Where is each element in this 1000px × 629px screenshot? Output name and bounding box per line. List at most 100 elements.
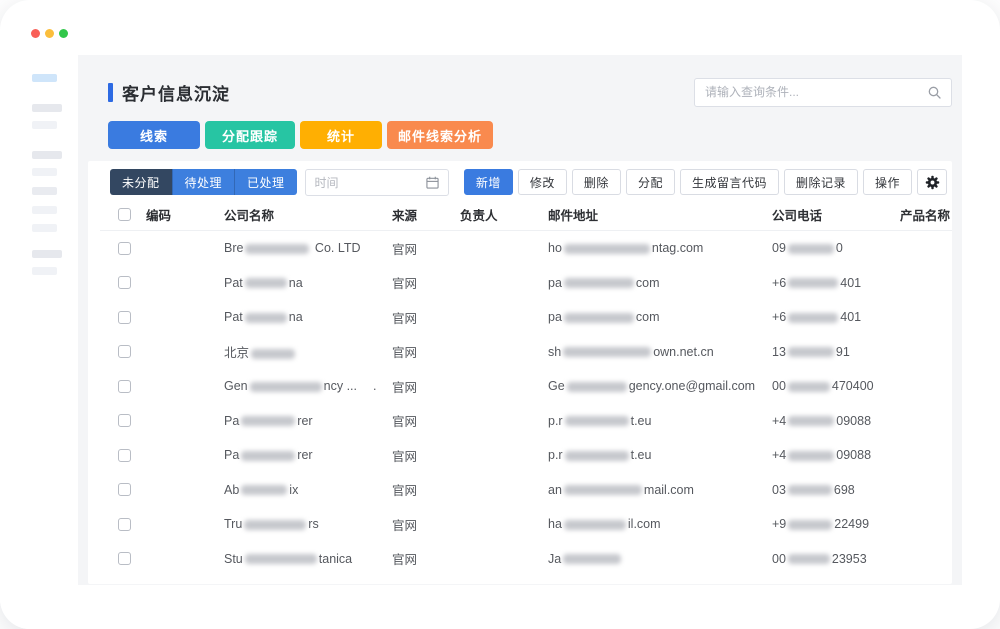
cell-email: Ja <box>538 552 762 566</box>
blurred-text-segment <box>564 313 634 323</box>
calendar-icon <box>426 176 439 189</box>
select-all-checkbox[interactable] <box>118 208 131 221</box>
cell-company-name: Genncy .... <box>214 379 382 393</box>
cell-source: 官网 <box>382 377 450 396</box>
table-row: Trurs官网hail.com+922499 <box>100 507 952 542</box>
sidebar-skeleton-bar <box>32 151 62 159</box>
cell-email: Gegency.one@gmail.com <box>538 379 762 393</box>
cell-text: +6 <box>772 310 786 324</box>
row-checkbox[interactable] <box>118 380 131 393</box>
cell-text: pa <box>548 310 562 324</box>
search-input[interactable] <box>695 85 928 99</box>
blurred-text-segment <box>788 554 830 564</box>
cell-company-name: Parer <box>214 448 382 462</box>
settings-gear-icon[interactable] <box>917 169 947 195</box>
cell-text: p.r <box>548 448 563 462</box>
cell-text: Pa <box>224 448 239 462</box>
search-box[interactable] <box>694 78 952 107</box>
blurred-text-segment <box>244 520 306 530</box>
cell-email: p.rt.eu <box>538 448 762 462</box>
table-card: 未分配待处理已处理 时间 <box>88 161 952 584</box>
row-checkbox[interactable] <box>118 518 131 531</box>
row-checkbox-cell <box>100 483 136 496</box>
data-table: 编码公司名称来源负责人邮件地址公司电话产品名称Bre Co. LTD官网hont… <box>88 199 952 576</box>
cell-text: il.com <box>628 517 661 531</box>
row-checkbox[interactable] <box>118 449 131 462</box>
row-checkbox-cell <box>100 552 136 565</box>
action-button-删除[interactable]: 删除 <box>572 169 621 195</box>
table-header-row: 编码公司名称来源负责人邮件地址公司电话产品名称 <box>100 199 952 231</box>
cell-email: hontag.com <box>538 241 762 255</box>
cell-text: 00 <box>772 552 786 566</box>
close-window-dot[interactable] <box>31 29 40 38</box>
action-button-删除记录[interactable]: 删除记录 <box>784 169 858 195</box>
cell-text: 401 <box>840 276 861 290</box>
cell-text: +4 <box>772 448 786 462</box>
cell-text: na <box>289 310 303 324</box>
cell-source: 官网 <box>382 411 450 430</box>
screenshot-stage: 客户信息沉淀 线索分配跟踪统计邮件线索分析 未分配待处理已处 <box>0 0 1000 629</box>
date-filter-input[interactable]: 时间 <box>305 169 449 196</box>
nav-button-统计[interactable]: 统计 <box>300 121 382 149</box>
cell-phone: 03698 <box>762 483 890 497</box>
filter-tab-已处理[interactable]: 已处理 <box>234 169 297 195</box>
cell-text: Ab <box>224 483 239 497</box>
row-checkbox[interactable] <box>118 414 131 427</box>
row-checkbox[interactable] <box>118 242 131 255</box>
table-row: Genncy ....官网Gegency.one@gmail.com004704… <box>100 369 952 404</box>
nav-button-线索[interactable]: 线索 <box>108 121 200 149</box>
action-button-生成留言代码[interactable]: 生成留言代码 <box>680 169 779 195</box>
blurred-text-segment <box>565 451 629 461</box>
cell-phone: 090 <box>762 241 890 255</box>
row-checkbox[interactable] <box>118 483 131 496</box>
cell-text: tanica <box>319 552 352 566</box>
filter-tab-未分配[interactable]: 未分配 <box>110 169 172 195</box>
action-button-新增[interactable]: 新增 <box>464 169 513 195</box>
cell-text: 09 <box>772 241 786 255</box>
cell-text: t.eu <box>631 414 652 428</box>
cell-phone: 0023953 <box>762 552 890 566</box>
row-checkbox[interactable] <box>118 311 131 324</box>
table-toolbar: 未分配待处理已处理 时间 <box>88 161 952 199</box>
row-checkbox[interactable] <box>118 345 131 358</box>
nav-button-分配跟踪[interactable]: 分配跟踪 <box>205 121 295 149</box>
minimize-window-dot[interactable] <box>45 29 54 38</box>
action-button-修改[interactable]: 修改 <box>518 169 567 195</box>
blurred-text-segment <box>564 244 650 254</box>
table-row: Patna官网pacom+6401 <box>100 266 952 301</box>
action-button-分配[interactable]: 分配 <box>626 169 675 195</box>
blurred-text-segment <box>788 313 838 323</box>
cell-text: 698 <box>834 483 855 497</box>
action-button-操作[interactable]: 操作 <box>863 169 912 195</box>
title-accent-bar <box>108 83 113 102</box>
cell-text: ncy ... <box>324 379 357 393</box>
cell-source: 官网 <box>382 239 450 258</box>
column-header-来源: 来源 <box>382 205 450 224</box>
column-header-产品名称: 产品名称 <box>890 205 952 224</box>
sidebar-skeleton-bar <box>32 224 57 232</box>
maximize-window-dot[interactable] <box>59 29 68 38</box>
search-icon[interactable] <box>928 86 941 99</box>
sidebar-skeleton-bar <box>32 74 57 82</box>
cell-phone: +409088 <box>762 414 890 428</box>
blurred-text-segment <box>564 278 634 288</box>
nav-button-邮件线索分析[interactable]: 邮件线索分析 <box>387 121 493 149</box>
nav-button-row: 线索分配跟踪统计邮件线索分析 <box>108 121 952 149</box>
cell-company-name: Pat na <box>214 310 382 324</box>
cell-text: ha <box>548 517 562 531</box>
row-checkbox-cell <box>100 242 136 255</box>
row-checkbox[interactable] <box>118 276 131 289</box>
blurred-text-segment <box>563 347 651 357</box>
cell-text: Pat <box>224 310 243 324</box>
cell-source: 官网 <box>382 308 450 327</box>
sidebar-skeleton-bar <box>32 121 57 129</box>
row-checkbox[interactable] <box>118 552 131 565</box>
blurred-text-segment <box>245 313 287 323</box>
row-checkbox-cell <box>100 449 136 462</box>
filter-tab-待处理[interactable]: 待处理 <box>172 169 235 195</box>
cell-text: Pat <box>224 276 243 290</box>
cell-text: gency.one@gmail.com <box>629 379 755 393</box>
sidebar-skeleton-bar <box>32 267 57 275</box>
cell-text: ntag.com <box>652 241 703 255</box>
row-checkbox-cell <box>100 311 136 324</box>
